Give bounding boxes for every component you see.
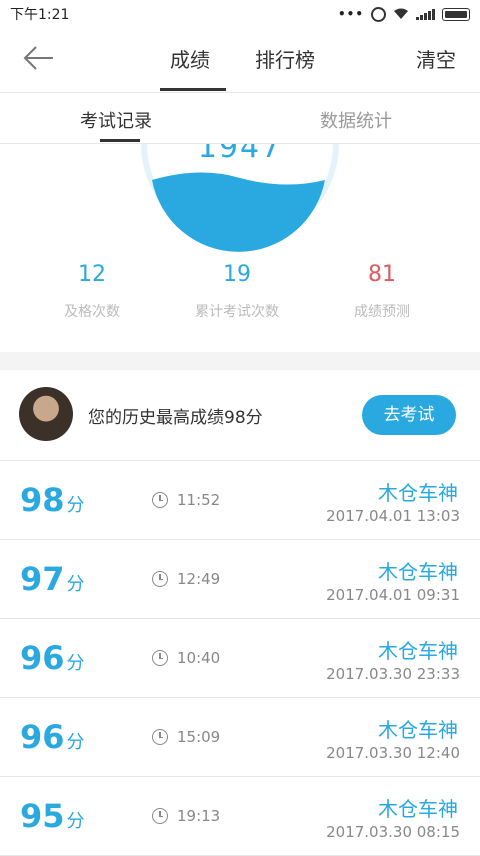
subtab-exam-record[interactable]: 考试记录 <box>80 107 152 133</box>
clear-button[interactable]: 清空 <box>416 44 456 73</box>
stat-total-label: 累计考试次数 <box>195 304 279 320</box>
record-score: 96 分 <box>20 639 85 677</box>
record-date: 2017.04.01 09:31 <box>326 586 460 604</box>
best-score-text: 您的历史最高成绩98分 <box>88 408 263 428</box>
clock-icon <box>152 729 168 745</box>
gauge-value: 1947 <box>197 144 283 165</box>
record-row[interactable]: 98 分 11:52 木仓车神 2017.04.01 13:03 <box>0 461 480 540</box>
record-date: 2017.04.01 13:03 <box>326 507 460 525</box>
sub-tabs: 考试记录 数据统计 <box>0 93 480 144</box>
status-icons: ••• <box>337 6 470 22</box>
record-score: 98 分 <box>20 481 85 519</box>
record-user-name: 木仓车神 <box>378 481 458 505</box>
record-user-name: 木仓车神 <box>378 560 458 584</box>
record-row[interactable]: 95 分 19:13 木仓车神 2017.03.30 08:15 <box>0 777 480 856</box>
subtab-data-stats[interactable]: 数据统计 <box>320 107 392 133</box>
record-duration: 12:49 <box>177 570 221 588</box>
avatar <box>19 387 73 441</box>
record-date: 2017.03.30 12:40 <box>326 744 460 762</box>
stat-score-prediction: 81 成绩预测 <box>322 262 442 321</box>
record-duration: 15:09 <box>177 728 221 746</box>
record-row[interactable]: 96 分 15:09 木仓车神 2017.03.30 12:40 <box>0 698 480 777</box>
back-button[interactable] <box>22 44 58 76</box>
clock-icon <box>152 650 168 666</box>
stat-total-value: 19 <box>223 262 251 287</box>
record-duration: 19:13 <box>177 807 221 825</box>
alarm-icon <box>371 6 386 22</box>
stats-panel: 1947 12 及格次数 19 累计考试次数 81 成绩预测 <box>0 144 480 352</box>
start-exam-button[interactable]: 去考试 <box>362 395 456 435</box>
stat-predict-value: 81 <box>368 262 396 287</box>
more-dots-icon: ••• <box>337 7 364 21</box>
record-user-name: 木仓车神 <box>378 639 458 663</box>
record-duration: 11:52 <box>177 491 221 509</box>
record-user-name: 木仓车神 <box>378 718 458 742</box>
clock-icon <box>152 492 168 508</box>
exam-record-list: 98 分 11:52 木仓车神 2017.04.01 13:03 97 分 12:4… <box>0 461 480 856</box>
status-bar: 下午1:21 ••• <box>0 0 480 28</box>
record-duration: 10:40 <box>177 649 221 667</box>
stat-predict-label: 成绩预测 <box>354 304 410 320</box>
record-row[interactable]: 96 分 10:40 木仓车神 2017.03.30 23:33 <box>0 619 480 698</box>
record-row[interactable]: 97 分 12:49 木仓车神 2017.04.01 09:31 <box>0 540 480 619</box>
stat-total-count: 19 累计考试次数 <box>177 262 297 321</box>
record-score: 96 分 <box>20 718 85 756</box>
stat-pass-count: 12 及格次数 <box>32 262 152 321</box>
signal-icon <box>416 8 435 20</box>
record-score: 97 分 <box>20 560 85 598</box>
clock-icon <box>152 808 168 824</box>
record-score: 95 分 <box>20 797 85 835</box>
record-date: 2017.03.30 23:33 <box>326 665 460 683</box>
wifi-icon <box>394 8 408 19</box>
top-navigation: 成绩 排行榜 清空 <box>0 28 480 93</box>
clock-icon <box>152 571 168 587</box>
gauge-wave <box>152 172 325 252</box>
subtab-active-indicator <box>100 139 140 142</box>
battery-icon <box>442 7 470 21</box>
tab-score[interactable]: 成绩 <box>170 44 210 73</box>
tab-active-indicator <box>160 88 226 91</box>
best-score-bar: 您的历史最高成绩98分 去考试 <box>0 370 480 461</box>
arrow-left-icon <box>23 46 53 70</box>
stat-pass-label: 及格次数 <box>64 304 120 320</box>
stat-pass-value: 12 <box>78 262 106 287</box>
record-date: 2017.03.30 08:15 <box>326 823 460 841</box>
tab-ranking[interactable]: 排行榜 <box>255 44 315 73</box>
status-time: 下午1:21 <box>10 7 70 23</box>
record-user-name: 木仓车神 <box>378 797 458 821</box>
